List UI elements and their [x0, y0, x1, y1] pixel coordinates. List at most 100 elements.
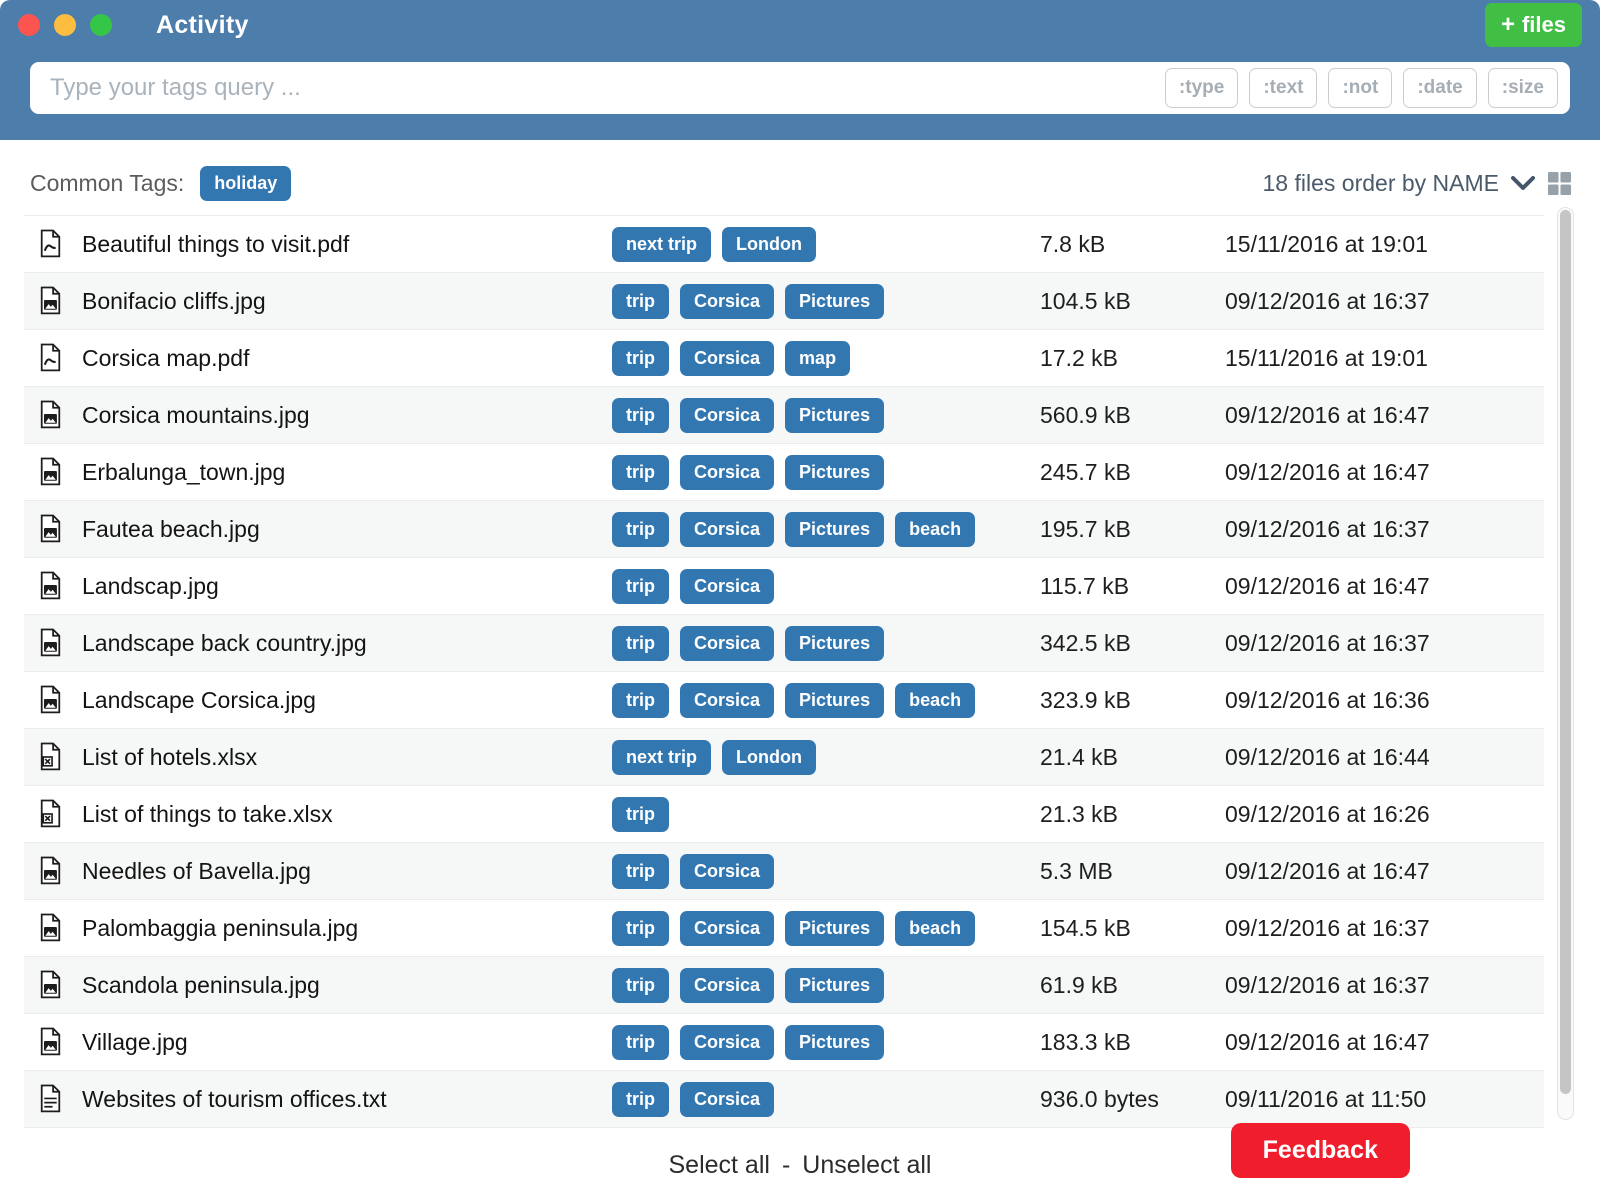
file-row[interactable]: Landscape Corsica.jpgtripCorsicaPictures… — [24, 672, 1544, 729]
tag-badge[interactable]: Pictures — [785, 683, 884, 718]
filter-text-button[interactable]: :text — [1249, 68, 1317, 108]
tag-badge[interactable]: trip — [612, 398, 669, 433]
tag-badge[interactable]: trip — [612, 854, 669, 889]
tag-badge[interactable]: London — [722, 740, 816, 775]
file-row[interactable]: Bonifacio cliffs.jpgtripCorsicaPictures1… — [24, 273, 1544, 330]
file-row[interactable]: Corsica mountains.jpgtripCorsicaPictures… — [24, 387, 1544, 444]
tag-badge[interactable]: trip — [612, 341, 669, 376]
file-tags: trip Corsica Pictures — [612, 968, 1040, 1003]
file-row[interactable]: Corsica map.pdftripCorsicamap17.2 kB15/1… — [24, 330, 1544, 387]
file-row[interactable]: Fautea beach.jpgtripCorsicaPicturesbeach… — [24, 501, 1544, 558]
file-date: 09/12/2016 at 16:26 — [1225, 801, 1544, 828]
file-size: 183.3 kB — [1040, 1029, 1225, 1056]
tag-badge[interactable]: Corsica — [680, 1025, 774, 1060]
tag-badge[interactable]: London — [722, 227, 816, 262]
tag-badge[interactable]: Corsica — [680, 455, 774, 490]
file-size: 342.5 kB — [1040, 630, 1225, 657]
tag-badge[interactable]: Pictures — [785, 911, 884, 946]
tag-badge[interactable]: Pictures — [785, 626, 884, 661]
grid-view-icon[interactable] — [1547, 171, 1572, 196]
tag-badge[interactable]: map — [785, 341, 850, 376]
close-button[interactable] — [18, 14, 40, 36]
tag-badge[interactable]: Corsica — [680, 911, 774, 946]
tag-badge[interactable]: trip — [612, 968, 669, 1003]
file-row[interactable]: Needles of Bavella.jpgtripCorsica5.3 MB0… — [24, 843, 1544, 900]
file-size: 17.2 kB — [1040, 345, 1225, 372]
file-row[interactable]: Landscape back country.jpgtrip Corsica Pic… — [24, 615, 1544, 672]
file-date: 09/12/2016 at 16:37 — [1225, 630, 1544, 657]
filter-type-button[interactable]: :type — [1165, 68, 1238, 108]
file-date: 09/12/2016 at 16:47 — [1225, 1029, 1544, 1056]
tag-badge[interactable]: trip — [612, 455, 669, 490]
file-date: 09/12/2016 at 16:47 — [1225, 402, 1544, 429]
file-tags: trip Corsica Pictures — [612, 284, 1040, 319]
tag-badge[interactable]: Pictures — [785, 398, 884, 433]
tag-badge[interactable]: trip — [612, 683, 669, 718]
file-row[interactable]: Websites of tourism offices.txttripCorsi… — [24, 1071, 1544, 1128]
file-row[interactable]: Palombaggia peninsula.jpgtrip Corsica Pict… — [24, 900, 1544, 957]
zoom-button[interactable] — [90, 14, 112, 36]
order-label: 18 files order by NAME — [1263, 170, 1499, 197]
minimize-button[interactable] — [54, 14, 76, 36]
tag-badge[interactable]: Pictures — [785, 512, 884, 547]
file-row[interactable]: Beautiful things to visit.pdfnext tripLo… — [24, 216, 1544, 273]
tag-badge[interactable]: beach — [895, 512, 975, 547]
tag-badge[interactable]: Corsica — [680, 854, 774, 889]
tag-badge[interactable]: Corsica — [680, 683, 774, 718]
filter-not-button[interactable]: :not — [1328, 68, 1392, 108]
file-row[interactable]: Landscap.jpgtripCorsica115.7 kB09/12/201… — [24, 558, 1544, 615]
tag-badge[interactable]: Pictures — [785, 455, 884, 490]
file-size: 5.3 MB — [1040, 858, 1225, 885]
file-row[interactable]: Erbalunga_town.jpgtripCorsicaPictures245… — [24, 444, 1544, 501]
unselect-all-link[interactable]: Unselect all — [802, 1151, 931, 1180]
tag-badge[interactable]: trip — [612, 626, 669, 661]
filter-date-button[interactable]: :date — [1403, 68, 1476, 108]
tag-badge[interactable]: Pictures — [785, 968, 884, 1003]
tag-badge[interactable]: trip — [612, 797, 669, 832]
file-date: 09/12/2016 at 16:47 — [1225, 459, 1544, 486]
tag-badge[interactable]: Corsica — [680, 398, 774, 433]
file-tags: next trip London — [612, 227, 1040, 262]
filter-size-button[interactable]: :size — [1488, 68, 1558, 108]
tag-badge[interactable]: trip — [612, 1082, 669, 1117]
file-name: Palombaggia peninsula.jpg — [82, 915, 612, 942]
common-tag-holiday[interactable]: holiday — [200, 166, 291, 201]
tag-badge[interactable]: beach — [895, 683, 975, 718]
file-tags: trip Corsica Pictures — [612, 626, 1040, 661]
add-files-button[interactable]: + files — [1485, 3, 1582, 47]
file-row[interactable]: List of hotels.xlsxnext tripLondon21.4 k… — [24, 729, 1544, 786]
feedback-button[interactable]: Feedback — [1231, 1123, 1410, 1178]
tag-badge[interactable]: trip — [612, 284, 669, 319]
sort-order-control[interactable]: 18 files order by NAME — [1263, 170, 1572, 197]
search-input[interactable] — [50, 74, 1154, 102]
file-row[interactable]: Scandola peninsula.jpgtripCorsicaPicture… — [24, 957, 1544, 1014]
scrollbar-thumb[interactable] — [1560, 210, 1571, 1094]
tag-badge[interactable]: Corsica — [680, 1082, 774, 1117]
tag-badge[interactable]: beach — [895, 911, 975, 946]
file-date: 09/12/2016 at 16:37 — [1225, 915, 1544, 942]
tag-badge[interactable]: Pictures — [785, 284, 884, 319]
tag-badge[interactable]: trip — [612, 911, 669, 946]
image-file-icon — [24, 457, 82, 487]
tag-badge[interactable]: Corsica — [680, 569, 774, 604]
file-name: Landscap.jpg — [82, 573, 612, 600]
tag-badge[interactable]: Corsica — [680, 626, 774, 661]
tag-badge[interactable]: next trip — [612, 227, 711, 262]
tag-badge[interactable]: Corsica — [680, 968, 774, 1003]
tag-badge[interactable]: trip — [612, 1025, 669, 1060]
scrollbar[interactable] — [1557, 207, 1574, 1120]
tag-badge[interactable]: trip — [612, 569, 669, 604]
tag-badge[interactable]: Corsica — [680, 341, 774, 376]
image-file-icon — [24, 1027, 82, 1057]
tag-badge[interactable]: Corsica — [680, 512, 774, 547]
tag-badge[interactable]: Corsica — [680, 284, 774, 319]
file-date: 09/12/2016 at 16:47 — [1225, 573, 1544, 600]
chevron-down-icon[interactable] — [1511, 176, 1535, 191]
file-name: Landscape back country.jpg — [82, 630, 612, 657]
tag-badge[interactable]: trip — [612, 512, 669, 547]
tag-badge[interactable]: Pictures — [785, 1025, 884, 1060]
tag-badge[interactable]: next trip — [612, 740, 711, 775]
file-row[interactable]: List of things to take.xlsxtrip21.3 kB09… — [24, 786, 1544, 843]
file-row[interactable]: Village.jpgtripCorsicaPictures183.3 kB09… — [24, 1014, 1544, 1071]
select-all-link[interactable]: Select all — [668, 1151, 769, 1180]
